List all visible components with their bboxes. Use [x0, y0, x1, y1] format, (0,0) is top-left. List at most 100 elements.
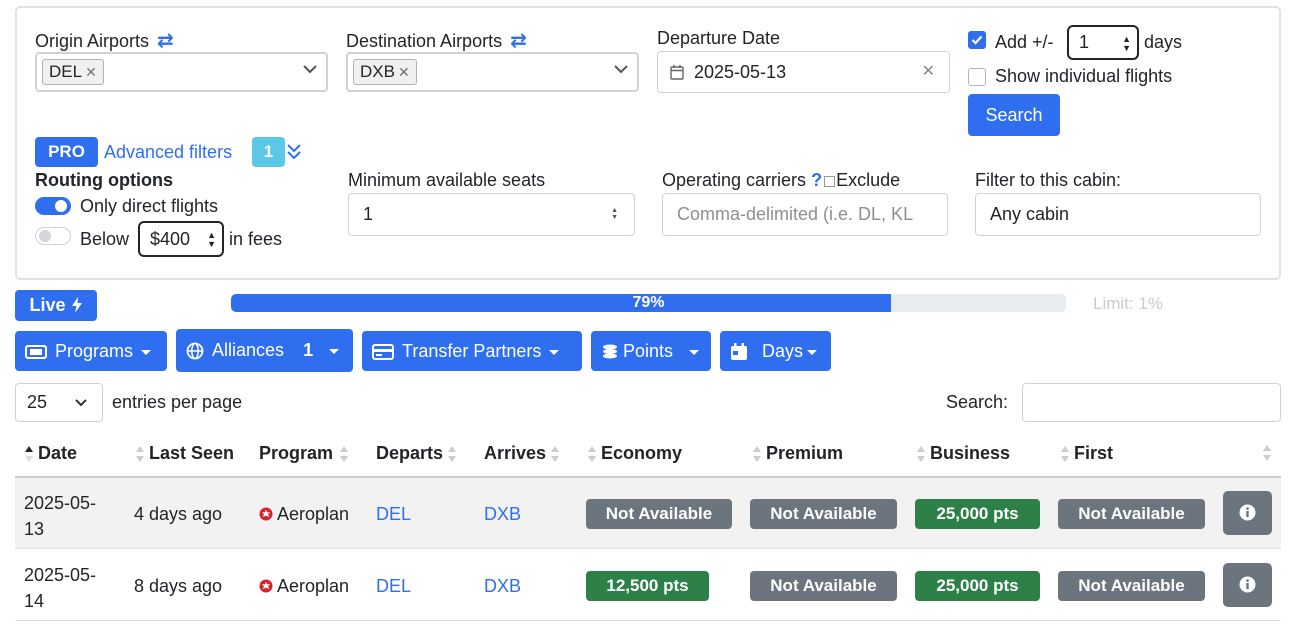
alliances-count: 1 [303, 340, 314, 360]
swap-icon[interactable]: ⇄ [510, 30, 527, 52]
program-label: Aeroplan [277, 504, 350, 524]
carriers-label-group: Operating carriers ? Exclude [662, 170, 900, 191]
fee-amount-stepper[interactable]: $400 ▲ ▼ [138, 221, 224, 257]
cell-arrives-link[interactable]: DXB [484, 504, 521, 525]
col-header-premium[interactable]: Premium [752, 443, 843, 464]
departure-date-input[interactable]: 2025-05-13 ✕ [657, 51, 950, 93]
premium-badge[interactable]: Not Available [750, 571, 897, 601]
swap-icon[interactable]: ⇄ [157, 30, 174, 52]
exclude-checkbox[interactable] [824, 175, 836, 187]
routing-options-title: Routing options [35, 170, 173, 190]
entries-value: 25 [27, 392, 48, 412]
col-header-label: Arrives [484, 443, 547, 463]
destination-label-group: Destination Airports ⇄ [346, 28, 527, 53]
clear-icon[interactable]: ✕ [922, 52, 935, 92]
carriers-input[interactable]: Comma-delimited (i.e. DL, KL [662, 193, 948, 236]
economy-badge[interactable]: 12,500 pts [586, 571, 709, 601]
col-header-label: Date [38, 443, 78, 463]
alliances-label: Alliances [212, 340, 285, 360]
first-badge[interactable]: Not Available [1058, 499, 1205, 529]
sort-icon [448, 446, 457, 463]
sort-asc-icon [25, 446, 33, 463]
economy-badge[interactable]: Not Available [586, 499, 732, 529]
sort-icon [340, 446, 349, 463]
programs-label: Programs [55, 341, 134, 361]
origin-airport-select[interactable]: DEL ✕ [35, 52, 328, 92]
fee-amount-value: $400 [150, 229, 191, 249]
stepper-arrows-icon[interactable]: ▲ ▼ [207, 231, 216, 249]
entries-per-page-label: entries per page [112, 392, 243, 412]
show-individual-checkbox[interactable] [968, 68, 986, 86]
destination-label: Destination Airports [346, 31, 503, 51]
col-header-label: Program [259, 443, 334, 463]
origin-chip[interactable]: DEL ✕ [42, 59, 104, 85]
destination-chip-label: DXB [360, 62, 395, 81]
col-header-date[interactable]: Date [24, 443, 77, 464]
alliances-dropdown[interactable]: Alliances 1 [176, 329, 353, 372]
min-seats-input[interactable]: 1 ▲ ▼ [348, 193, 635, 236]
stepper-arrows-icon[interactable]: ▲ ▼ [1122, 35, 1131, 53]
ticket-icon [25, 345, 47, 360]
business-badge[interactable]: 25,000 pts [915, 499, 1040, 529]
search-button[interactable]: Search [968, 94, 1060, 136]
calendar-icon [670, 65, 684, 80]
add-days-checkbox[interactable] [968, 31, 986, 49]
live-label: Live [29, 295, 66, 315]
credit-card-icon [372, 344, 394, 361]
stepper-arrows-icon[interactable]: ▲ ▼ [611, 207, 618, 221]
carriers-help-icon[interactable]: ? [811, 170, 822, 190]
add-days-stepper[interactable]: 1 ▲ ▼ [1067, 25, 1139, 60]
sort-icon [1263, 445, 1271, 461]
double-chevron-down-icon[interactable] [286, 142, 302, 162]
departure-date-value: 2025-05-13 [694, 62, 787, 82]
col-header-actions[interactable] [1262, 443, 1272, 468]
premium-badge[interactable]: Not Available [750, 499, 897, 529]
col-header-departs[interactable]: Departs [376, 443, 461, 464]
advanced-filters-link[interactable]: Advanced filters [104, 142, 232, 163]
fee-limit-toggle[interactable] [35, 227, 71, 245]
direct-flights-label: Only direct flights [80, 196, 219, 216]
destination-airport-select[interactable]: DXB ✕ [346, 52, 639, 92]
table-search-input[interactable] [1022, 383, 1281, 422]
cell-departs-link[interactable]: DEL [376, 576, 411, 597]
transfer-partners-label: Transfer Partners [402, 341, 542, 361]
points-dropdown[interactable]: Points [591, 331, 711, 371]
calendar-icon [731, 343, 747, 361]
first-badge[interactable]: Not Available [1058, 571, 1205, 601]
destination-chip[interactable]: DXB ✕ [353, 59, 417, 85]
col-header-label: Economy [601, 443, 683, 463]
cell-last-seen: 8 days ago [134, 576, 223, 596]
chevron-down-icon [303, 65, 317, 74]
sort-icon [1061, 446, 1069, 463]
col-header-business[interactable]: Business [916, 443, 1010, 464]
col-header-program[interactable]: Program [259, 443, 353, 464]
cabin-select[interactable]: Any cabin [975, 193, 1261, 236]
points-label: Points [623, 341, 674, 361]
business-badge[interactable]: 25,000 pts [915, 571, 1040, 601]
globe-icon [186, 342, 204, 360]
cell-arrives-link[interactable]: DXB [484, 576, 521, 597]
info-icon [1239, 576, 1256, 593]
col-header-last-seen[interactable]: Last Seen [135, 443, 234, 464]
cell-program: Aeroplan [259, 576, 349, 597]
col-header-economy[interactable]: Economy [587, 443, 682, 464]
sort-icon [136, 446, 144, 463]
live-button[interactable]: Live [15, 290, 97, 321]
programs-dropdown[interactable]: Programs [15, 331, 167, 371]
remove-chip-icon[interactable]: ✕ [85, 64, 97, 80]
transfer-partners-dropdown[interactable]: Transfer Partners [362, 331, 582, 371]
details-button[interactable] [1223, 563, 1272, 607]
col-header-arrives[interactable]: Arrives [484, 443, 564, 464]
cell-program: Aeroplan [259, 504, 349, 525]
min-seats-value: 1 [363, 204, 374, 224]
direct-flights-toggle[interactable] [35, 197, 71, 215]
remove-chip-icon[interactable]: ✕ [398, 64, 410, 80]
days-dropdown[interactable]: Days [720, 331, 831, 371]
program-label: Aeroplan [277, 576, 350, 596]
col-header-first[interactable]: First [1060, 443, 1113, 464]
table-search-label: Search: [946, 392, 1009, 412]
details-button[interactable] [1223, 491, 1272, 535]
cell-departs-link[interactable]: DEL [376, 504, 411, 525]
pro-badge: PRO [35, 137, 98, 167]
entries-per-page-select[interactable]: 25 [15, 383, 103, 422]
